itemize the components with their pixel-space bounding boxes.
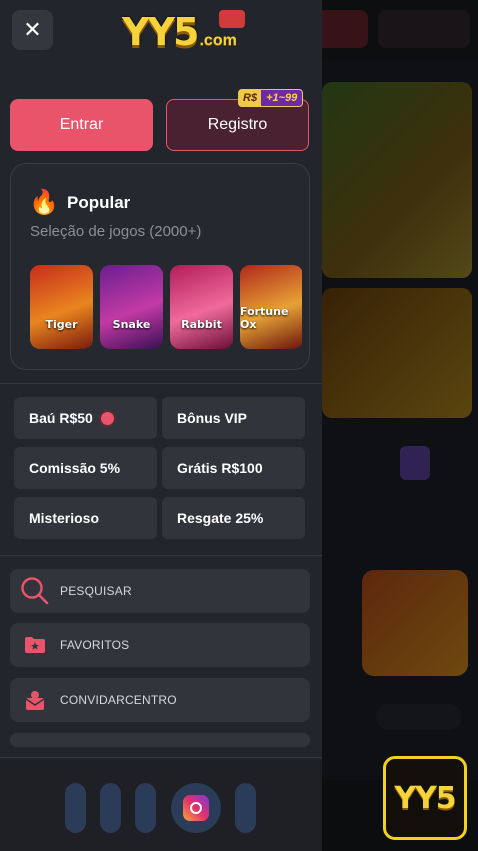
login-button[interactable]: Entrar	[10, 99, 153, 151]
screen: YY5 ✕ YY5 .com Entrar Registro R$ +1~99 …	[0, 0, 478, 851]
game-name: Rabbit	[181, 318, 222, 331]
game-thumb-fortune-ox[interactable]: Fortune Ox	[240, 265, 302, 349]
game-name: Tiger	[45, 318, 78, 331]
bonus-tile-mystery[interactable]: Misterioso	[14, 497, 157, 539]
menu-item-label: PESQUISAR	[60, 584, 132, 598]
popular-games-row: Tiger Snake Rabbit Fortune Ox	[30, 265, 302, 351]
close-button[interactable]: ✕	[12, 10, 53, 50]
tile-label: Baú R$50	[29, 410, 93, 426]
popular-title: Popular	[67, 193, 131, 212]
register-bonus-badge: R$ +1~99	[238, 89, 304, 107]
bonus-tile-free[interactable]: Grátis R$100	[162, 447, 305, 489]
notification-dot	[100, 411, 114, 425]
tile-label: Resgate 25%	[177, 510, 264, 526]
game-name: Fortune Ox	[240, 305, 289, 331]
menu-item-partial[interactable]	[10, 733, 310, 747]
menu-item-label: FAVORITOS	[60, 638, 130, 652]
mail-user-icon	[10, 689, 60, 711]
bonus-tile-vip[interactable]: Bônus VIP	[162, 397, 305, 439]
app-download-badge[interactable]: YY5	[383, 756, 467, 840]
side-drawer: ✕ YY5 .com Entrar Registro R$ +1~99 🔥 Po…	[0, 0, 322, 851]
tile-label: Misterioso	[29, 510, 100, 526]
game-thumb-tiger[interactable]: Tiger	[30, 265, 93, 349]
instagram-icon	[183, 795, 209, 821]
instagram-button[interactable]	[171, 783, 221, 833]
brand-logo[interactable]: YY5 .com	[122, 10, 245, 54]
drawer-footer	[0, 760, 322, 851]
logo-text: YY5	[122, 10, 199, 54]
game-thumb-rabbit[interactable]: Rabbit	[170, 265, 233, 349]
popular-subtitle: Seleção de jogos (2000+)	[30, 223, 202, 240]
social-link[interactable]	[135, 783, 156, 833]
social-link[interactable]	[100, 783, 121, 833]
divider	[0, 383, 322, 384]
bonus-tile-chest[interactable]: Baú R$50	[14, 397, 157, 439]
social-link[interactable]	[235, 783, 256, 833]
divider	[0, 757, 322, 758]
divider	[0, 555, 322, 556]
game-thumb-snake[interactable]: Snake	[100, 265, 163, 349]
tile-label: Bônus VIP	[177, 410, 248, 426]
logo-domain: .com	[199, 32, 237, 49]
menu-item-favorites[interactable]: FAVORITOS	[10, 623, 310, 667]
game-name: Snake	[112, 318, 151, 331]
bonus-tile-commission[interactable]: Comissão 5%	[14, 447, 157, 489]
close-icon: ✕	[23, 17, 42, 42]
menu-item-label: CONVIDARCENTRO	[60, 693, 177, 707]
menu-item-invite[interactable]: CONVIDARCENTRO	[10, 678, 310, 722]
badge-amount: +1~99	[266, 92, 298, 104]
folder-star-icon	[10, 636, 60, 654]
dice-icon	[218, 10, 245, 28]
popular-section[interactable]: 🔥 Popular Seleção de jogos (2000+) Tiger…	[10, 163, 310, 370]
tile-label: Grátis R$100	[177, 460, 263, 476]
menu-item-search[interactable]: PESQUISAR	[10, 569, 310, 613]
search-icon	[10, 576, 60, 606]
bonus-tile-rescue[interactable]: Resgate 25%	[162, 497, 305, 539]
social-link[interactable]	[65, 783, 86, 833]
tile-label: Comissão 5%	[29, 460, 121, 476]
badge-currency: R$	[239, 90, 262, 106]
fire-icon: 🔥	[29, 189, 59, 216]
app-badge-text: YY5	[394, 780, 456, 816]
